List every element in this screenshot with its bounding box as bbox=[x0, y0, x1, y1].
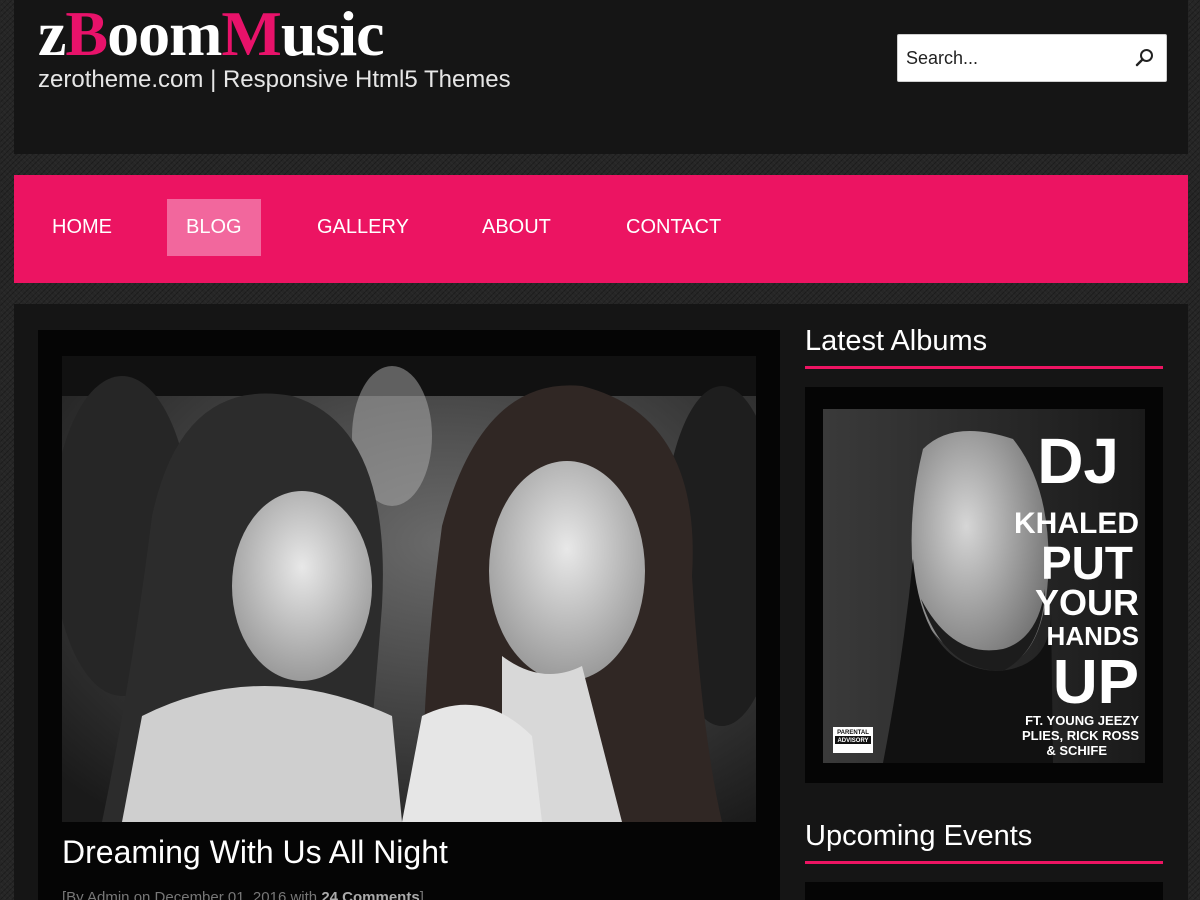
album-featuring-3: & SCHIFE bbox=[1046, 743, 1107, 758]
latest-albums-title: Latest Albums bbox=[805, 322, 1163, 369]
post-meta-suffix: ] bbox=[419, 889, 424, 900]
blog-post: Dreaming With Us All Night [By Admin on … bbox=[38, 330, 780, 900]
logo-part-accent: M bbox=[221, 0, 281, 69]
album-featuring-2: PLIES, RICK ROSS bbox=[1022, 728, 1139, 743]
search-input[interactable] bbox=[898, 35, 1126, 81]
nav-item-about[interactable]: ABOUT bbox=[463, 199, 570, 256]
album-art: DJ KHALED PUT YOUR HANDS UP FT. YOUNG JE… bbox=[823, 409, 1145, 763]
post-photo bbox=[62, 356, 756, 822]
album-cover[interactable]: DJ KHALED PUT YOUR HANDS UP FT. YOUNG JE… bbox=[823, 409, 1145, 763]
search-icon[interactable] bbox=[1134, 47, 1156, 69]
events-box bbox=[805, 882, 1163, 900]
album-line-hands: HANDS bbox=[1047, 621, 1139, 651]
site-header: zBoomMusic zerotheme.com | Responsive Ht… bbox=[14, 0, 1188, 154]
album-line-dj: DJ bbox=[1037, 425, 1119, 497]
logo-part: usic bbox=[280, 0, 385, 69]
album-line-artist: KHALED bbox=[1014, 507, 1139, 540]
nav-item-contact[interactable]: CONTACT bbox=[607, 199, 740, 256]
album-line-your: YOUR bbox=[1035, 582, 1139, 623]
advisory-label-1: PARENTAL bbox=[837, 730, 869, 736]
post-image[interactable] bbox=[62, 356, 756, 822]
logo-part: oom bbox=[107, 0, 222, 69]
post-meta-prefix: [By Admin on December 01, 2016 with bbox=[62, 889, 322, 900]
content-area: Dreaming With Us All Night [By Admin on … bbox=[14, 304, 1188, 900]
post-title[interactable]: Dreaming With Us All Night bbox=[62, 834, 448, 871]
nav-item-home[interactable]: HOME bbox=[33, 199, 131, 256]
logo-part-accent: B bbox=[65, 0, 108, 69]
post-comments-link[interactable]: 24 Comments bbox=[321, 889, 419, 900]
search-box bbox=[897, 34, 1167, 82]
nav-item-blog[interactable]: BLOG bbox=[167, 199, 261, 256]
nav-item-gallery[interactable]: GALLERY bbox=[298, 199, 428, 256]
site-logo[interactable]: zBoomMusic bbox=[38, 0, 384, 68]
album-line-up: UP bbox=[1053, 648, 1139, 717]
advisory-label-2: ADVISORY bbox=[837, 738, 868, 744]
album-featuring-1: FT. YOUNG JEEZY bbox=[1025, 713, 1139, 728]
upcoming-events-title: Upcoming Events bbox=[805, 817, 1163, 864]
sidebar: Latest Albums DJ KHALED PUT YOUR HANDS U… bbox=[805, 322, 1163, 900]
main-nav: HOME BLOG GALLERY ABOUT CONTACT bbox=[14, 175, 1188, 283]
post-meta: [By Admin on December 01, 2016 with 24 C… bbox=[62, 889, 424, 900]
site-tagline: zerotheme.com | Responsive Html5 Themes bbox=[38, 66, 511, 93]
logo-part: z bbox=[38, 0, 66, 69]
album-box: DJ KHALED PUT YOUR HANDS UP FT. YOUNG JE… bbox=[805, 387, 1163, 783]
